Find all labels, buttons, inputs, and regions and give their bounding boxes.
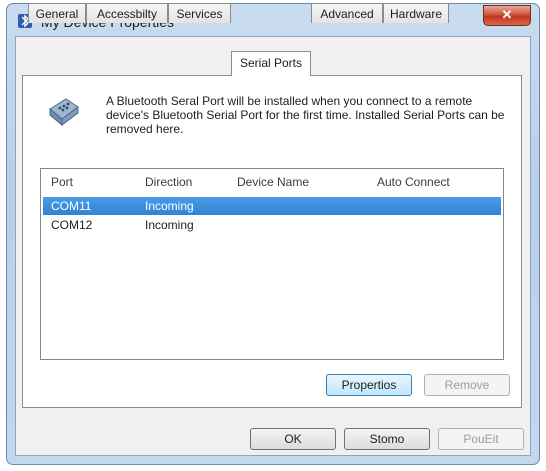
list-row-com11[interactable]: COM11 Incoming	[43, 197, 501, 215]
column-device-name[interactable]: Device Name	[237, 175, 309, 189]
serial-port-icon	[49, 98, 79, 127]
column-auto-connect[interactable]: Auto Connect	[377, 175, 450, 189]
list-header: Port Direction Device Name Auto Connect	[41, 169, 503, 195]
tab-label: Accessbilty	[96, 7, 158, 21]
close-button[interactable]: ✕	[483, 5, 531, 26]
tab-advanced[interactable]: Advanced	[311, 3, 383, 23]
tab-label: Serial Ports	[239, 56, 303, 70]
tab-serial-ports[interactable]: Serial Ports	[231, 51, 311, 76]
cancel-button[interactable]: Stomo	[344, 428, 430, 450]
cell-direction: Incoming	[145, 218, 194, 232]
close-icon: ✕	[501, 7, 513, 22]
tab-hardware[interactable]: Hardware	[383, 3, 449, 23]
tab-label: General	[35, 7, 79, 21]
cell-port: COM11	[51, 199, 92, 213]
cell-port: COM12	[51, 218, 93, 232]
tab-label: Services	[176, 7, 223, 21]
ok-button[interactable]: OK	[250, 428, 336, 450]
properties-button[interactable]: Propertios	[326, 374, 412, 396]
serial-ports-list[interactable]: Port Direction Device Name Auto Connect …	[40, 168, 504, 360]
column-direction[interactable]: Direction	[145, 175, 192, 189]
apply-button[interactable]: PouEit	[438, 428, 524, 450]
tab-services[interactable]: Services	[168, 3, 231, 23]
tab-accessibility[interactable]: Accessbilty	[86, 3, 168, 23]
remove-button[interactable]: Remove	[424, 374, 510, 396]
list-row-com12[interactable]: COM12 Incoming	[43, 216, 501, 234]
tab-label: Advanced	[320, 7, 374, 21]
tab-general[interactable]: General	[28, 3, 86, 23]
tab-label: Hardware	[389, 7, 443, 21]
cell-direction: Incoming	[145, 199, 194, 213]
info-description: A Bluetooth Seral Port will be installed…	[106, 94, 505, 136]
column-port[interactable]: Port	[51, 175, 73, 189]
